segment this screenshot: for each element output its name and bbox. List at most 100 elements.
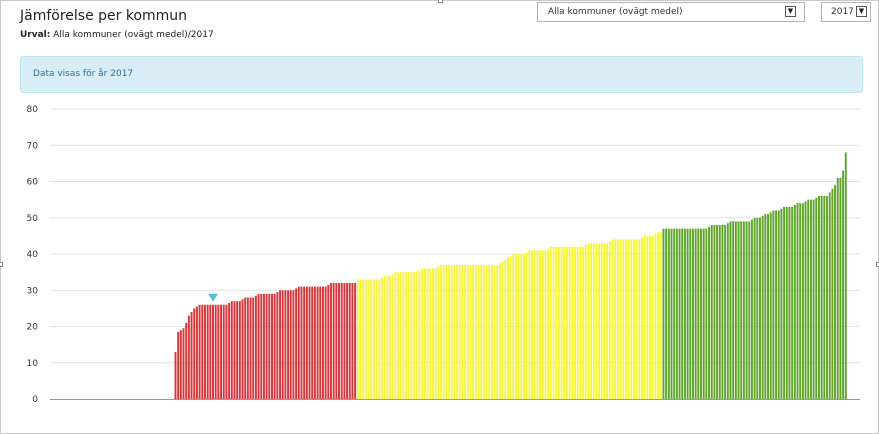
bar[interactable] [313, 286, 316, 400]
bar[interactable] [785, 206, 788, 400]
bar[interactable] [649, 235, 652, 400]
bar[interactable] [598, 243, 601, 400]
bar[interactable] [179, 330, 182, 400]
bar[interactable] [271, 293, 273, 400]
bar[interactable] [801, 203, 804, 399]
bar[interactable] [305, 286, 308, 400]
bar[interactable] [233, 301, 236, 400]
bar[interactable] [780, 208, 783, 399]
bar[interactable] [823, 196, 826, 399]
bar[interactable] [700, 228, 702, 400]
bar[interactable] [509, 255, 512, 399]
bar[interactable] [753, 217, 756, 399]
bar[interactable] [236, 301, 239, 400]
bar[interactable] [576, 246, 579, 399]
bar[interactable] [289, 290, 292, 399]
bar[interactable] [225, 304, 228, 399]
bar[interactable] [681, 228, 684, 400]
bar[interactable] [182, 328, 185, 399]
bar[interactable] [319, 286, 322, 400]
bar[interactable] [456, 264, 458, 400]
bar[interactable] [193, 308, 196, 400]
bar[interactable] [346, 283, 349, 399]
bar[interactable] [493, 264, 496, 400]
bar[interactable] [498, 263, 501, 399]
bar[interactable] [638, 239, 641, 400]
bar[interactable] [571, 246, 574, 399]
bar[interactable] [783, 206, 786, 400]
bar[interactable] [195, 306, 198, 399]
bar[interactable] [600, 243, 603, 400]
bar[interactable] [624, 239, 627, 400]
bar[interactable] [190, 312, 193, 399]
bar[interactable] [496, 264, 499, 400]
bar[interactable] [284, 290, 287, 399]
bar[interactable] [220, 304, 223, 399]
bar[interactable] [764, 214, 767, 400]
chevron-down-icon[interactable]: ▼ [856, 6, 867, 17]
bar[interactable] [750, 219, 753, 399]
bar[interactable] [249, 297, 252, 400]
bar[interactable] [791, 206, 794, 400]
bar[interactable] [375, 279, 378, 400]
bar[interactable] [410, 272, 413, 400]
bar[interactable] [694, 228, 697, 400]
bar[interactable] [300, 286, 303, 400]
bar[interactable] [273, 293, 276, 400]
bar[interactable] [464, 264, 467, 400]
bar[interactable] [721, 225, 724, 399]
bar[interactable] [828, 192, 831, 400]
bar[interactable] [839, 177, 842, 400]
bar[interactable] [579, 246, 582, 399]
bar[interactable] [517, 254, 520, 399]
bar[interactable] [477, 264, 480, 400]
bar[interactable] [547, 248, 550, 399]
bar[interactable] [206, 304, 209, 399]
bar[interactable] [201, 304, 204, 399]
bar[interactable] [474, 264, 477, 400]
bar[interactable] [324, 286, 327, 400]
bar[interactable] [485, 264, 488, 400]
bar[interactable] [520, 254, 523, 399]
bar[interactable] [683, 228, 686, 400]
bar[interactable] [241, 299, 244, 399]
bar[interactable] [675, 228, 678, 400]
bar[interactable] [627, 239, 630, 400]
bar[interactable] [490, 264, 493, 400]
bar[interactable] [772, 210, 775, 400]
bar[interactable] [812, 199, 815, 400]
bar[interactable] [788, 206, 791, 400]
bar[interactable] [472, 264, 475, 400]
bar[interactable] [386, 275, 389, 399]
bar[interactable] [351, 283, 354, 399]
bar[interactable] [423, 268, 426, 400]
bar[interactable] [539, 250, 542, 400]
bar[interactable] [616, 239, 619, 400]
bar[interactable] [756, 217, 759, 399]
bar[interactable] [713, 225, 716, 399]
bar[interactable] [678, 228, 681, 400]
bar[interactable] [504, 259, 507, 399]
bar[interactable] [737, 221, 740, 400]
bar[interactable] [606, 243, 609, 400]
bar[interactable] [820, 196, 823, 399]
bar[interactable] [281, 290, 284, 399]
bar[interactable] [710, 225, 713, 399]
bar[interactable] [745, 221, 748, 400]
bar[interactable] [292, 290, 295, 399]
bar[interactable] [748, 221, 751, 400]
bar[interactable] [453, 264, 456, 400]
bar[interactable] [611, 239, 614, 400]
bar[interactable] [378, 279, 381, 400]
bar[interactable] [662, 228, 665, 400]
bar[interactable] [397, 272, 399, 400]
bar[interactable] [643, 235, 646, 400]
bar[interactable] [439, 264, 442, 400]
bar[interactable] [252, 297, 255, 400]
bar[interactable] [437, 266, 440, 399]
bar[interactable] [651, 235, 654, 400]
bar[interactable] [705, 228, 708, 400]
bar[interactable] [327, 284, 330, 399]
bar[interactable] [702, 228, 705, 400]
bar[interactable] [831, 188, 834, 399]
